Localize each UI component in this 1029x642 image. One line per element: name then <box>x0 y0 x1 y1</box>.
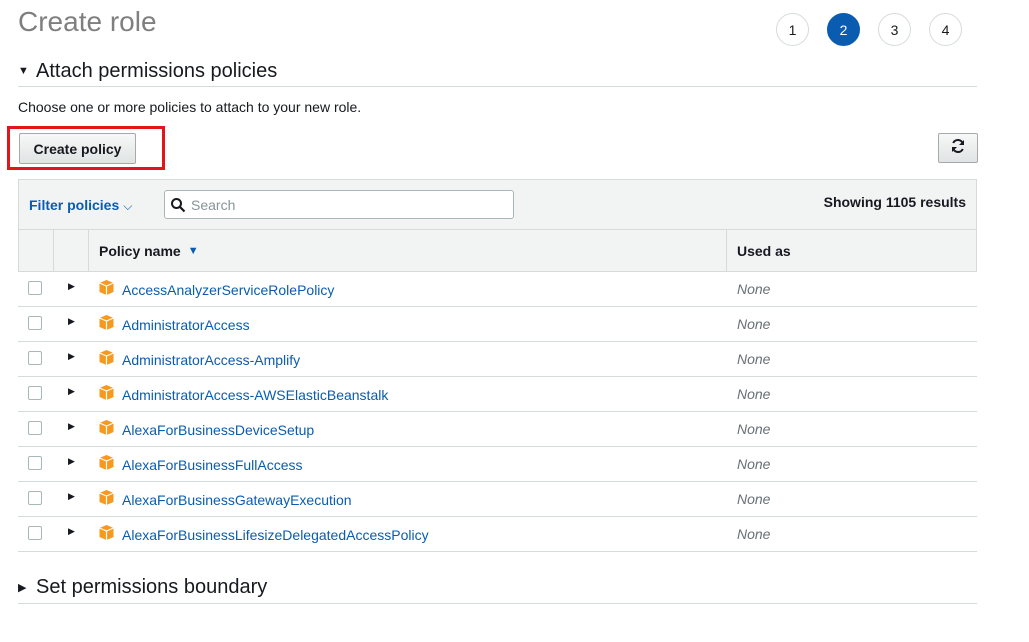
section-attach-header[interactable]: ▼ Attach permissions policies <box>18 56 977 87</box>
row-checkbox[interactable] <box>28 351 42 365</box>
policy-name-link[interactable]: AlexaForBusinessDeviceSetup <box>122 422 314 438</box>
used-as-value: None <box>737 281 771 297</box>
expand-arrow-icon[interactable]: ▶ <box>68 386 75 397</box>
page-title: Create role <box>18 6 157 37</box>
sort-desc-icon: ▼ <box>187 244 199 257</box>
table-row: ▶ AdministratorAccess None <box>18 307 977 342</box>
table-row: ▶ AlexaForBusinessGatewayExecution None <box>18 482 977 517</box>
used-as-column-header[interactable]: Used as <box>727 230 976 271</box>
create-policy-button[interactable]: Create policy <box>19 133 136 164</box>
section-boundary-header[interactable]: ▶ Set permissions boundary <box>18 572 977 604</box>
policy-name-link[interactable]: AlexaForBusinessGatewayExecution <box>122 492 352 508</box>
filter-bar: Filter policies⌵ Showing 1105 results <box>18 179 977 230</box>
refresh-icon <box>950 138 966 159</box>
policy-name-link[interactable]: AdministratorAccess <box>122 317 250 333</box>
section-boundary-title: Set permissions boundary <box>36 576 268 598</box>
row-checkbox[interactable] <box>28 526 42 540</box>
row-checkbox[interactable] <box>28 386 42 400</box>
step-2-active[interactable]: 2 <box>827 13 860 46</box>
step-1[interactable]: 1 <box>776 13 809 46</box>
policy-name-link[interactable]: AccessAnalyzerServiceRolePolicy <box>122 282 334 298</box>
used-as-value: None <box>737 491 771 507</box>
table-row: ▶ AdministratorAccess-AWSElasticBeanstal… <box>18 377 977 412</box>
used-as-value: None <box>737 526 771 542</box>
expand-arrow-icon[interactable]: ▶ <box>68 456 75 467</box>
section-attach-title: Attach permissions policies <box>36 59 278 82</box>
step-4[interactable]: 4 <box>929 13 962 46</box>
caret-down-icon: ▼ <box>18 65 29 77</box>
used-as-value: None <box>737 421 771 437</box>
policy-name-link[interactable]: AlexaForBusinessLifesizeDelegatedAccessP… <box>122 527 429 543</box>
wizard-steps: 1 2 3 4 <box>776 13 962 46</box>
header-expand-cell <box>54 230 89 271</box>
policy-package-icon <box>98 489 115 511</box>
expand-arrow-icon[interactable]: ▶ <box>68 351 75 362</box>
table-row: ▶ AlexaForBusinessFullAccess None <box>18 447 977 482</box>
policy-name-header-label: Policy name <box>99 242 181 259</box>
row-checkbox[interactable] <box>28 421 42 435</box>
table-header: Policy name ▼ Used as <box>18 230 977 272</box>
table-body: ▶ AccessAnalyzerServiceRolePolicy None ▶… <box>18 272 977 552</box>
policy-package-icon <box>98 384 115 406</box>
section-description: Choose one or more policies to attach to… <box>18 99 362 115</box>
search-icon <box>165 197 191 213</box>
filter-policies-dropdown[interactable]: Filter policies ⌵ <box>29 197 132 214</box>
used-as-value: None <box>737 351 771 367</box>
policy-name-link[interactable]: AlexaForBusinessFullAccess <box>122 457 303 473</box>
refresh-button[interactable] <box>938 133 978 163</box>
expand-arrow-icon[interactable]: ▶ <box>68 281 75 292</box>
policies-table: Filter policies⌵ Showing 1105 results Po… <box>18 179 977 552</box>
search-box[interactable] <box>164 190 514 219</box>
policy-package-icon <box>98 314 115 336</box>
table-row: ▶ AlexaForBusinessLifesizeDelegatedAcces… <box>18 517 977 552</box>
policy-name-column-header[interactable]: Policy name ▼ <box>89 230 727 271</box>
table-row: ▶ AccessAnalyzerServiceRolePolicy None <box>18 272 977 307</box>
row-checkbox[interactable] <box>28 281 42 295</box>
table-row: ▶ AdministratorAccess-Amplify None <box>18 342 977 377</box>
policy-package-icon <box>98 419 115 441</box>
used-as-value: None <box>737 316 771 332</box>
results-count: Showing 1105 results <box>823 194 966 210</box>
header-checkbox-cell <box>19 230 54 271</box>
policy-package-icon <box>98 349 115 371</box>
policy-name-link[interactable]: AdministratorAccess-AWSElasticBeanstalk <box>122 387 388 403</box>
used-as-value: None <box>737 386 771 402</box>
step-3[interactable]: 3 <box>878 13 911 46</box>
expand-arrow-icon[interactable]: ▶ <box>68 526 75 537</box>
expand-arrow-icon[interactable]: ▶ <box>68 491 75 502</box>
filter-policies-label: Filter policies <box>29 197 120 213</box>
search-input[interactable] <box>191 196 491 213</box>
expand-arrow-icon[interactable]: ▶ <box>68 316 75 327</box>
table-row: ▶ AlexaForBusinessDeviceSetup None <box>18 412 977 447</box>
policy-package-icon <box>98 524 115 546</box>
chevron-down-icon: ⌵ <box>123 199 133 213</box>
policy-name-link[interactable]: AdministratorAccess-Amplify <box>122 352 300 368</box>
row-checkbox[interactable] <box>28 316 42 330</box>
caret-right-icon: ▶ <box>18 582 27 594</box>
policy-package-icon <box>98 454 115 476</box>
used-as-value: None <box>737 456 771 472</box>
expand-arrow-icon[interactable]: ▶ <box>68 421 75 432</box>
row-checkbox[interactable] <box>28 491 42 505</box>
policy-package-icon <box>98 279 115 301</box>
row-checkbox[interactable] <box>28 456 42 470</box>
